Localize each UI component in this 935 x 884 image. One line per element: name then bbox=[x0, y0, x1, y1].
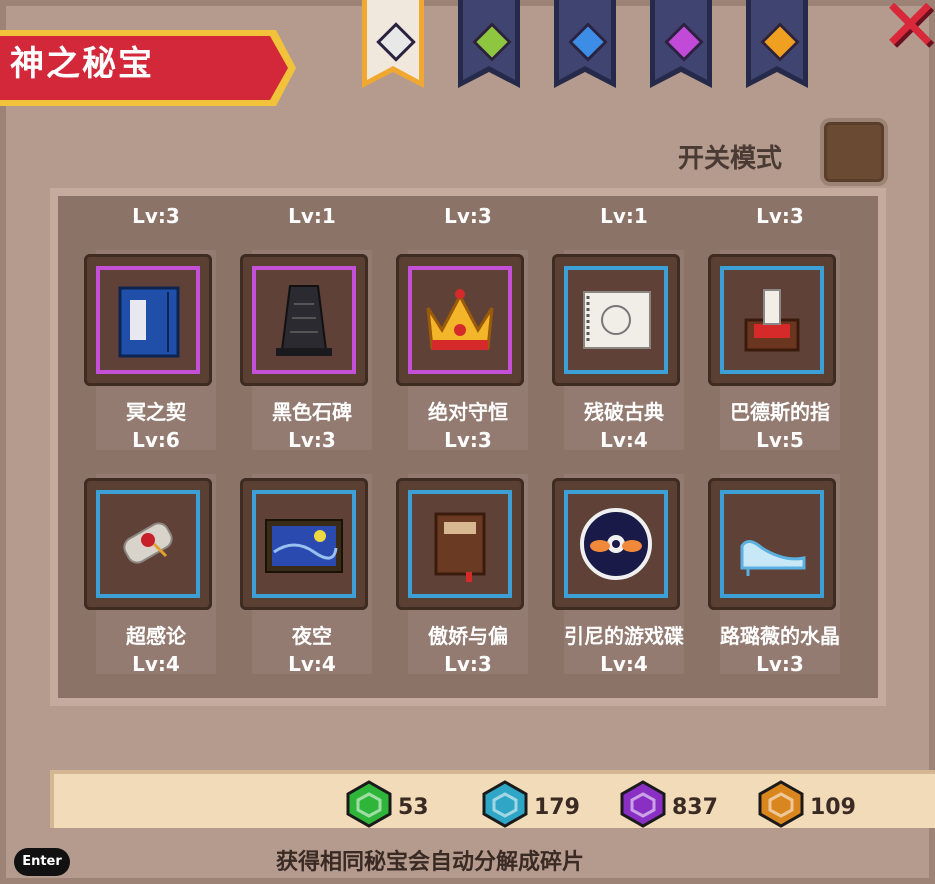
treasure-slot[interactable] bbox=[552, 478, 680, 610]
treasure-slot[interactable] bbox=[396, 254, 524, 386]
top-level-label: Lv:1 bbox=[288, 204, 336, 228]
rarity-frame bbox=[252, 490, 356, 598]
orange-fragment-icon bbox=[756, 780, 806, 828]
tab-2[interactable] bbox=[458, 0, 520, 92]
treasure-name: 冥之契 bbox=[126, 400, 186, 424]
fragment-count: 837 bbox=[672, 795, 718, 820]
treasure-name: 残破古典 bbox=[584, 400, 664, 424]
treasure-level: Lv:4 bbox=[132, 652, 180, 676]
starry-night-painting-icon bbox=[260, 498, 348, 590]
scroll-icon bbox=[104, 498, 192, 590]
treasure-slot[interactable] bbox=[84, 478, 212, 610]
treasure-name: 夜空 bbox=[292, 624, 332, 648]
treasure-level: Lv:4 bbox=[600, 428, 648, 452]
rarity-frame bbox=[252, 266, 356, 374]
rarity-frame bbox=[408, 266, 512, 374]
top-level-label: Lv:1 bbox=[600, 204, 648, 228]
glass-slipper-icon bbox=[728, 498, 816, 590]
rarity-frame bbox=[96, 266, 200, 374]
treasure-slot[interactable] bbox=[708, 254, 836, 386]
black-monolith-icon bbox=[260, 274, 348, 366]
blue-book-icon bbox=[104, 274, 192, 366]
rarity-frame bbox=[96, 490, 200, 598]
top-level-label: Lv:3 bbox=[756, 204, 804, 228]
treasure-name: 傲娇与偏 bbox=[428, 624, 508, 648]
game-disc-icon bbox=[572, 498, 660, 590]
treasure-slot[interactable] bbox=[708, 478, 836, 610]
fragment-count: 109 bbox=[810, 795, 856, 820]
treasure-name: 引尼的游戏碟 bbox=[564, 624, 684, 648]
rarity-frame bbox=[720, 490, 824, 598]
top-level-label: Lv:3 bbox=[132, 204, 180, 228]
green-fragment-icon bbox=[344, 780, 394, 828]
page-title: 神之秘宝 bbox=[10, 44, 154, 84]
treasure-level: Lv:3 bbox=[444, 652, 492, 676]
treasure-level: Lv:4 bbox=[600, 652, 648, 676]
treasure-slot[interactable] bbox=[240, 254, 368, 386]
cyan-fragment-icon bbox=[480, 780, 530, 828]
golden-crown-icon bbox=[416, 274, 504, 366]
purple-fragment-icon bbox=[618, 780, 668, 828]
treasure-level: Lv:5 bbox=[756, 428, 804, 452]
tab-1[interactable] bbox=[362, 0, 424, 92]
footer-hint: 获得相同秘宝会自动分解成碎片 bbox=[276, 850, 585, 875]
treasure-slot[interactable] bbox=[84, 254, 212, 386]
rarity-frame bbox=[564, 490, 668, 598]
treasure-level: Lv:3 bbox=[444, 428, 492, 452]
rarity-frame bbox=[408, 490, 512, 598]
rarity-frame bbox=[720, 266, 824, 374]
fragment-count: 53 bbox=[398, 795, 429, 820]
candle-altar-icon bbox=[728, 274, 816, 366]
mode-toggle[interactable] bbox=[820, 118, 888, 186]
enter-button[interactable]: Enter bbox=[14, 848, 70, 876]
rarity-frame bbox=[564, 266, 668, 374]
treasure-name: 黑色石碑 bbox=[272, 400, 352, 424]
treasure-level: Lv:4 bbox=[288, 652, 336, 676]
treasure-level: Lv:6 bbox=[132, 428, 180, 452]
treasure-slot[interactable] bbox=[240, 478, 368, 610]
tab-5[interactable] bbox=[746, 0, 808, 92]
treasure-slot[interactable] bbox=[552, 254, 680, 386]
treasure-name: 绝对守恒 bbox=[428, 400, 508, 424]
treasure-level: Lv:3 bbox=[756, 652, 804, 676]
fragment-count: 179 bbox=[534, 795, 580, 820]
top-level-label: Lv:3 bbox=[444, 204, 492, 228]
treasure-slot[interactable] bbox=[396, 478, 524, 610]
sketch-paper-icon bbox=[572, 274, 660, 366]
treasure-name: 路璐薇的水晶 bbox=[720, 624, 840, 648]
tab-3[interactable] bbox=[554, 0, 616, 92]
close-icon[interactable]: ✕ bbox=[880, 0, 935, 61]
treasure-level: Lv:3 bbox=[288, 428, 336, 452]
treasure-name: 巴德斯的指 bbox=[730, 400, 830, 424]
brown-book-icon bbox=[416, 498, 504, 590]
mode-label: 开关模式 bbox=[678, 144, 783, 174]
treasure-name: 超感论 bbox=[126, 624, 186, 648]
tab-4[interactable] bbox=[650, 0, 712, 92]
